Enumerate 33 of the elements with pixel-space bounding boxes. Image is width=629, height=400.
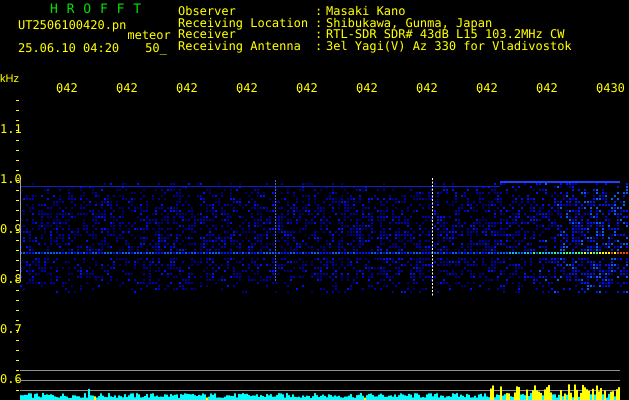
date-time: 25.06.10 04:20 [18, 42, 120, 54]
time-label: 042 [296, 81, 318, 95]
axis-unit: kHz [0, 73, 19, 85]
frequency-label: 0.7 [0, 323, 22, 335]
mode-label: meteor [127, 29, 171, 41]
time-label: 042 [176, 81, 198, 95]
time-label: 042 [536, 81, 558, 95]
info-label: Receiving Antenna [178, 40, 302, 51]
frequency-label: 1.1 [0, 123, 22, 135]
info-label: Receiving Location [178, 16, 310, 28]
info-separator: : [315, 16, 324, 28]
time-label: 042 [356, 81, 378, 95]
info-label: Observer [178, 5, 236, 16]
info-separator: : [315, 40, 324, 51]
frequency-label: 0.8 [0, 273, 22, 285]
info-separator: : [315, 28, 324, 40]
value-label: 50_ [145, 42, 167, 54]
info-value: RTL-SDR SDR# 43dB L15 103.2MHz CW [326, 28, 564, 40]
time-label: 042 [416, 81, 438, 95]
info-value: 3el Yagi(V) Az 330 for Vladivostok [326, 40, 572, 51]
info-value: Masaki Kano [326, 5, 406, 16]
frequency-label: 1.0 [0, 173, 22, 185]
info-label: Receiver [178, 28, 236, 40]
time-label: 042 [56, 81, 78, 95]
info-separator: : [315, 5, 324, 16]
time-label: 042 [476, 81, 498, 95]
time-label: 042 [116, 81, 138, 95]
program-title: H R O F F T [49, 1, 143, 17]
frequency-label: 0.6 [0, 373, 22, 385]
time-label: 0430 [596, 81, 625, 95]
file-name: UT2506100420.pn [18, 19, 126, 34]
time-label: 042 [236, 81, 258, 95]
info-value: Shibukawa, Gunma, Japan [326, 16, 492, 28]
